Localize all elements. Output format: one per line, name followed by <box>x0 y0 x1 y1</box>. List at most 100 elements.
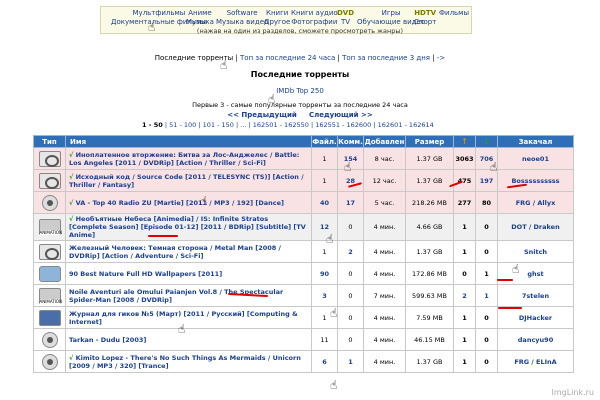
torrent-name-cell[interactable]: Журнал для гиков №5 (Март) [2011 / Русск… <box>65 306 312 329</box>
imdb-top-link[interactable]: IMDb Top 250 <box>0 87 600 95</box>
category-link[interactable]: Software <box>216 9 268 18</box>
uploader-link[interactable]: DJHacker <box>497 306 574 329</box>
torrent-name-link[interactable]: VA - Top 40 Radio ZU [Martie] [2011 / MP… <box>76 199 284 207</box>
category-link[interactable]: Фотографии <box>291 18 338 27</box>
category-link[interactable]: Музыка видео <box>216 18 268 27</box>
torrent-name-cell[interactable]: 90 Best Nature Full HD Wallpapers [2011] <box>65 262 312 285</box>
seeders-cell[interactable]: 3063 <box>453 147 476 170</box>
leechers-cell[interactable]: 0 <box>475 240 498 263</box>
torrent-name-cell[interactable]: √ VA - Top 40 Radio ZU [Martie] [2011 / … <box>65 191 312 214</box>
col-leechers[interactable]: ↓ <box>475 135 498 148</box>
torrent-name-link[interactable]: Железный Человек: Темная сторона / Metal… <box>69 244 281 260</box>
torrent-name-cell[interactable]: √ Необъятные Небеса [Animedia] / IS: Inf… <box>65 213 312 241</box>
top-3days-link[interactable]: Топ за последние 3 дня <box>342 54 430 62</box>
seeders-cell[interactable]: 277 <box>453 191 476 214</box>
type-cell[interactable] <box>33 191 66 214</box>
torrent-name-link[interactable]: Tarkan - Dudu [2003] <box>69 336 146 344</box>
seeders-cell[interactable]: 1 <box>453 240 476 263</box>
torrent-name-link[interactable]: Иноплатенное вторжение: Битва за Лос-Анд… <box>69 151 299 167</box>
category-link[interactable]: TV <box>337 18 354 27</box>
col-type[interactable]: Тип <box>33 135 66 148</box>
seeders-cell[interactable]: 0 <box>453 262 476 285</box>
comments-link[interactable]: 0 <box>337 284 364 307</box>
top-24h-link[interactable]: Топ за последние 24 часа <box>240 54 335 62</box>
page-range-link[interactable]: 101 - 150 <box>203 121 234 129</box>
comments-link[interactable]: 17 <box>337 191 364 214</box>
type-cell[interactable] <box>33 147 66 170</box>
torrent-name-link[interactable]: Kimito Lopez - There's No Such Things As… <box>69 354 301 370</box>
comments-link[interactable]: 0 <box>337 328 364 351</box>
seeders-cell[interactable]: 1 <box>453 350 476 373</box>
type-cell[interactable] <box>33 213 66 241</box>
uploader-link[interactable]: FRG / ELInA <box>497 350 574 373</box>
category-link[interactable]: Другое <box>264 18 290 27</box>
col-comments[interactable]: Комм. <box>337 135 364 148</box>
type-cell[interactable] <box>33 350 66 373</box>
leechers-cell[interactable]: 1 <box>475 262 498 285</box>
col-files[interactable]: Файл. <box>311 135 338 148</box>
torrent-name-cell[interactable]: √ Kimito Lopez - There's No Such Things … <box>65 350 312 373</box>
table-row[interactable]: √ Необъятные Небеса [Animedia] / IS: Inf… <box>33 213 574 241</box>
col-uploader[interactable]: Закачал <box>497 135 574 148</box>
torrent-name-cell[interactable]: √ Иноплатенное вторжение: Битва за Лос-А… <box>65 147 312 170</box>
uploader-link[interactable]: Snitch <box>497 240 574 263</box>
type-cell[interactable] <box>33 262 66 285</box>
category-link[interactable]: Аниме <box>186 9 214 18</box>
uploader-link[interactable]: 7stelen <box>497 284 574 307</box>
comments-link[interactable]: 2 <box>337 240 364 263</box>
category-link[interactable]: HDTV <box>414 9 436 18</box>
torrent-name-cell[interactable]: √ Исходный код / Source Code [2011 / TEL… <box>65 169 312 192</box>
type-cell[interactable] <box>33 328 66 351</box>
col-size[interactable]: Размер <box>405 135 454 148</box>
table-row[interactable]: Noile Aventuri ale Omului Paianjen Vol.8… <box>33 284 574 307</box>
table-row[interactable]: Железный Человек: Темная сторона / Metal… <box>33 240 574 263</box>
torrent-name-cell[interactable]: Noile Aventuri ale Omului Paianjen Vol.8… <box>65 284 312 307</box>
table-row[interactable]: 90 Best Nature Full HD Wallpapers [2011]… <box>33 262 574 285</box>
page-range-link[interactable]: 162601 - 162614 <box>378 121 434 129</box>
comments-link[interactable]: 0 <box>337 262 364 285</box>
prev-page-link[interactable]: << Предыдущий <box>227 111 297 119</box>
leechers-cell[interactable]: 0 <box>475 328 498 351</box>
torrent-name-cell[interactable]: Железный Человек: Темная сторона / Metal… <box>65 240 312 263</box>
seeders-cell[interactable]: 1 <box>453 213 476 241</box>
leechers-cell[interactable]: 1 <box>475 284 498 307</box>
leechers-cell[interactable]: 80 <box>475 191 498 214</box>
seeders-cell[interactable]: 475 <box>453 169 476 192</box>
torrent-name-link[interactable]: Исходный код / Source Code [2011 / TELES… <box>69 173 304 189</box>
uploader-link[interactable]: FRG / Allyx <box>497 191 574 214</box>
seeders-cell[interactable]: 1 <box>453 328 476 351</box>
next-page-link[interactable]: Следующий >> <box>309 111 373 119</box>
category-link[interactable]: Книги аудио <box>291 9 338 18</box>
col-name[interactable]: Имя <box>65 135 312 148</box>
col-seeders[interactable]: ↑ <box>453 135 476 148</box>
page-range-link[interactable]: 162551 - 162600 <box>315 121 371 129</box>
type-cell[interactable] <box>33 284 66 307</box>
page-range-link[interactable]: 51 - 100 <box>169 121 196 129</box>
category-link[interactable]: Фильмы <box>439 9 469 18</box>
category-link[interactable]: DVD <box>337 9 354 18</box>
type-cell[interactable] <box>33 169 66 192</box>
leechers-cell[interactable]: 0 <box>475 350 498 373</box>
torrent-name-link[interactable]: Необъятные Небеса [Animedia] / IS: Infin… <box>69 215 306 239</box>
category-link[interactable]: Музыка <box>186 18 214 27</box>
uploader-link[interactable]: dancyu90 <box>497 328 574 351</box>
more-link[interactable]: -> <box>437 54 445 62</box>
table-row[interactable]: √ Kimito Lopez - There's No Such Things … <box>33 350 574 373</box>
seeders-cell[interactable]: 2 <box>453 284 476 307</box>
comments-link[interactable]: 0 <box>337 213 364 241</box>
uploader-link[interactable]: DOT / Draken <box>497 213 574 241</box>
category-link[interactable]: Спорт <box>414 18 436 27</box>
type-cell[interactable] <box>33 240 66 263</box>
comments-link[interactable]: 1 <box>337 350 364 373</box>
type-cell[interactable] <box>33 306 66 329</box>
uploader-link[interactable]: Bossssssssss <box>497 169 574 192</box>
torrent-name-cell[interactable]: Tarkan - Dudu [2003] <box>65 328 312 351</box>
category-link[interactable]: Книги <box>264 9 290 18</box>
table-row[interactable]: Tarkan - Dudu [2003] 11 0 4 мин. 46.15 M… <box>33 328 574 351</box>
torrent-name-link[interactable]: 90 Best Nature Full HD Wallpapers [2011] <box>69 270 222 278</box>
leechers-cell[interactable]: 0 <box>475 306 498 329</box>
table-row[interactable]: Журнал для гиков №5 (Март) [2011 / Русск… <box>33 306 574 329</box>
col-added[interactable]: Добавлен <box>363 135 406 148</box>
page-range-link[interactable]: 162501 - 162550 <box>253 121 309 129</box>
table-row[interactable]: √ VA - Top 40 Radio ZU [Martie] [2011 / … <box>33 191 574 214</box>
